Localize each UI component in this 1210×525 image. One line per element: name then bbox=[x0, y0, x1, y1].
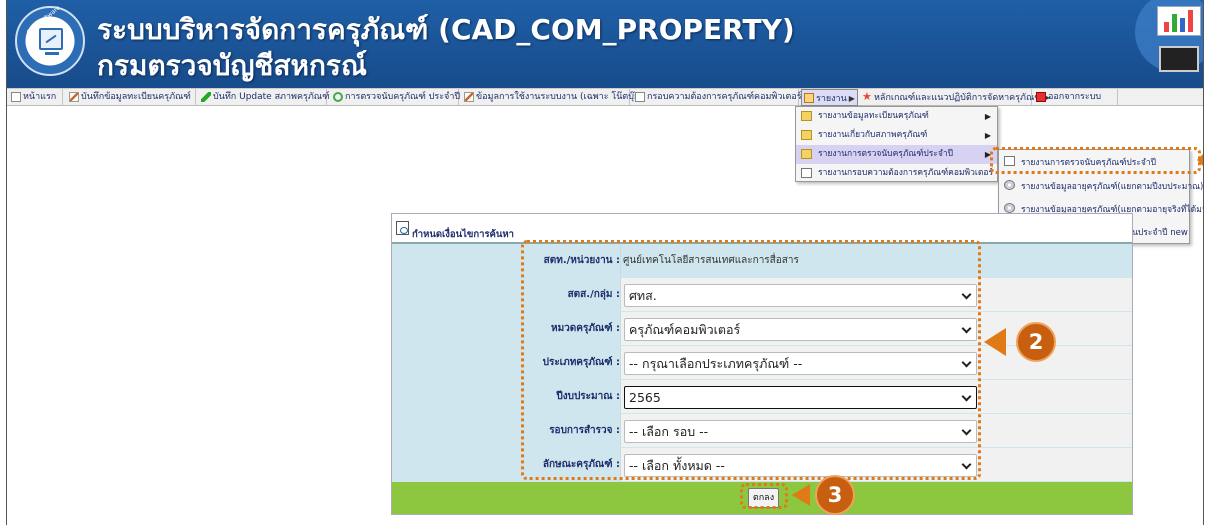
menu-update-condition[interactable]: บันทึก Update สภาพครุภัณฑ์ bbox=[199, 89, 330, 106]
page-icon bbox=[635, 92, 645, 102]
page-icon bbox=[11, 92, 21, 102]
reports-dropdown: รายงานข้อมูลทะเบียนครุภัณฑ์ ▶ รายงานเกี่… bbox=[795, 106, 998, 182]
submit-button[interactable]: ตกลง bbox=[748, 488, 779, 508]
panel-footer: ตกลง bbox=[392, 482, 1132, 514]
survey-round-select[interactable]: -- เลือก รอบ -- bbox=[624, 420, 977, 443]
type-select[interactable]: -- กรุณาเลือกประเภทครุภัณฑ์ -- bbox=[624, 352, 977, 375]
search-icon bbox=[333, 92, 343, 102]
folder-icon bbox=[801, 111, 812, 121]
pointer-arrow-icon bbox=[1197, 150, 1203, 170]
report-icon bbox=[804, 93, 814, 103]
chevron-down-icon bbox=[961, 425, 972, 436]
step-2-badge: 2 bbox=[1016, 322, 1056, 362]
search-form-icon bbox=[396, 221, 409, 235]
panel-header: กำหนดเงื่อนไขการค้นหา bbox=[392, 214, 1132, 244]
pen-icon bbox=[69, 92, 79, 102]
header-illustration bbox=[1125, 0, 1203, 88]
report-menu-item-register[interactable]: รายงานข้อมูลทะเบียนครุภัณฑ์ ▶ bbox=[796, 107, 997, 126]
folder-icon bbox=[801, 130, 812, 140]
unit-label: สตท./หน่วยงาน : bbox=[543, 255, 620, 266]
category-select[interactable]: ครุภัณฑ์คอมพิวเตอร์ bbox=[624, 318, 977, 341]
pointer-arrow-icon bbox=[984, 328, 1006, 356]
app-window: CAD Software Center ระบบบริหารจัดการครุภ… bbox=[6, 0, 1204, 525]
budget-year-label: ปีงบประมาณ : bbox=[556, 391, 620, 402]
main-menu-bar: หน้าแรก บันทึกข้อมูลทะเบียนครุภัณฑ์ บันท… bbox=[7, 88, 1203, 106]
chevron-down-icon bbox=[961, 391, 972, 402]
menu-computer-requirements[interactable]: กรอบความต้องการครุภัณฑ์คอมพิวเตอร์ bbox=[633, 89, 802, 106]
category-label: หมวดครุภัณฑ์ : bbox=[550, 323, 620, 334]
doc-icon bbox=[1004, 156, 1015, 166]
menu-logout[interactable]: ออกจากระบบ bbox=[1034, 89, 1118, 106]
pen-icon bbox=[464, 92, 474, 102]
submenu-item-annual-count-report[interactable]: รายงานการตรวจนับครุภัณฑ์ประจำปี bbox=[999, 152, 1189, 174]
menu-asset-register[interactable]: บันทึกข้อมูลทะเบียนครุภัณฑ์ bbox=[67, 89, 196, 106]
panel-title: กำหนดเงื่อนไขการค้นหา bbox=[412, 229, 515, 240]
app-logo: CAD Software Center bbox=[15, 4, 85, 76]
survey-round-label: รอบการสำรวจ : bbox=[549, 425, 620, 436]
menu-annual-count[interactable]: การตรวจนับครุภัณฑ์ ประจำปี bbox=[331, 89, 460, 106]
folder-icon bbox=[801, 149, 812, 159]
disk-icon bbox=[1004, 180, 1015, 190]
chevron-down-icon bbox=[961, 357, 972, 368]
type-label: ประเภทครุภัณฑ์ : bbox=[542, 357, 620, 368]
budget-year-select[interactable]: 2565 bbox=[624, 386, 977, 409]
submenu-arrow-icon: ▶ bbox=[984, 131, 991, 140]
exit-icon bbox=[1036, 92, 1046, 102]
pointer-arrow-icon bbox=[792, 484, 810, 506]
star-icon: ★ bbox=[862, 90, 872, 103]
app-header: CAD Software Center ระบบบริหารจัดการครุภ… bbox=[7, 0, 1203, 88]
menu-usage-info[interactable]: ข้อมูลการใช้งานระบบงาน (เฉพาะ โน๊ตบุ๊ก) bbox=[462, 89, 643, 106]
step-3-badge: 3 bbox=[815, 475, 855, 515]
menu-guidelines[interactable]: ★ หลักเกณฑ์และแนวปฏิบัติการจัดหาครุภัณฑ์… bbox=[860, 89, 1050, 106]
search-criteria-panel: กำหนดเงื่อนไขการค้นหา สตท./หน่วยงาน : ศู… bbox=[391, 213, 1133, 515]
submenu-arrow-icon: ▶ bbox=[984, 150, 991, 159]
report-menu-item-condition[interactable]: รายงานเกี่ยวกับสภาพครุภัณฑ์ ▶ bbox=[796, 126, 997, 145]
unit-value: ศูนย์เทคโนโลยีสารสนเทศและการสื่อสาร bbox=[623, 255, 799, 266]
submenu-item-age-by-budget-year[interactable]: รายงานข้อมูลอายุครุภัณฑ์(แยกตามปีงบประมา… bbox=[999, 176, 1203, 198]
pencil-icon bbox=[201, 92, 211, 102]
chevron-down-icon bbox=[961, 323, 972, 334]
submenu-arrow-icon: ▶ bbox=[984, 112, 991, 121]
menu-reports[interactable]: รายงาน ▶ bbox=[801, 89, 858, 106]
chevron-down-icon bbox=[961, 289, 972, 300]
asset-nature-select[interactable]: -- เลือก ทั้งหมด -- bbox=[624, 454, 977, 477]
group-label: สตส./กลุ่ม : bbox=[567, 289, 620, 300]
doc-icon bbox=[801, 168, 812, 178]
asset-nature-label: ลักษณะครุภัณฑ์ : bbox=[542, 459, 620, 470]
group-select[interactable]: ศทส. bbox=[624, 284, 977, 307]
report-menu-item-annual-count[interactable]: รายงานการตรวจนับครุภัณฑ์ประจำปี ▶ bbox=[796, 145, 997, 164]
disk-icon bbox=[1004, 203, 1015, 213]
submenu-arrow-icon: ▶ bbox=[848, 94, 855, 103]
app-subtitle: กรมตรวจบัญชีสหกรณ์ bbox=[97, 49, 367, 82]
menu-home[interactable]: หน้าแรก bbox=[9, 89, 63, 106]
panel-form: สตท./หน่วยงาน : ศูนย์เทคโนโลยีสารสนเทศแล… bbox=[392, 244, 1132, 482]
chevron-down-icon bbox=[961, 459, 972, 470]
report-menu-item-computer-requirements[interactable]: รายงานกรอบความต้องการครุภัณฑ์คอมพิวเตอร์ bbox=[796, 164, 997, 183]
